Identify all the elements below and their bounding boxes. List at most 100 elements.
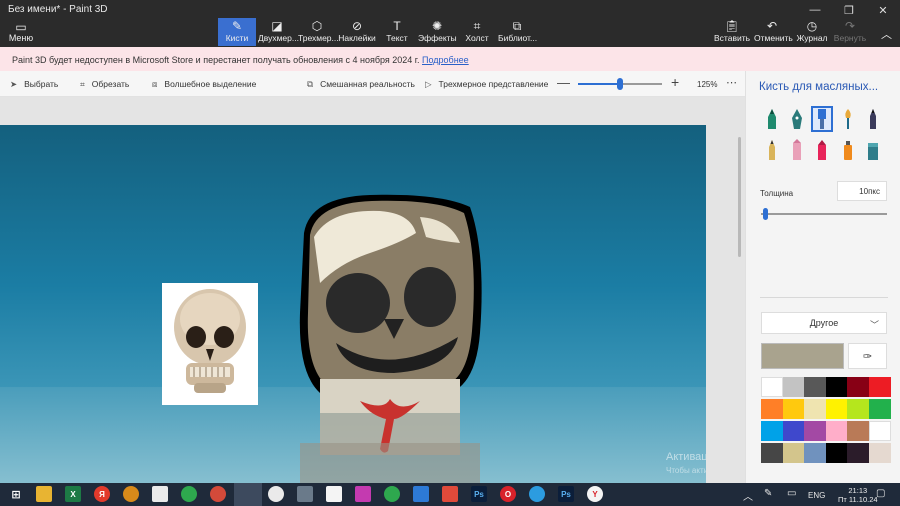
store-icon[interactable] xyxy=(152,486,168,502)
pixel-pen-brush[interactable] xyxy=(811,137,833,163)
color-swatch[interactable] xyxy=(782,377,805,397)
color-swatch[interactable] xyxy=(804,377,826,397)
zoom-slider[interactable] xyxy=(578,78,662,90)
tab-3d-shapes[interactable]: ⬡ Трехмер... xyxy=(298,18,339,46)
photoshop-2-icon[interactable]: Ps xyxy=(558,486,574,502)
excel-icon[interactable]: X xyxy=(65,486,81,502)
shield-icon[interactable] xyxy=(413,486,429,502)
calligraphy-pen-brush[interactable] xyxy=(786,106,808,132)
color-swatch[interactable] xyxy=(825,399,848,419)
color-swatch[interactable] xyxy=(847,443,869,463)
current-color-swatch[interactable] xyxy=(761,343,844,369)
maximize-button[interactable]: ❐ xyxy=(832,0,866,20)
eyedropper-button[interactable]: ✑ xyxy=(848,343,887,369)
tab-brushes[interactable]: ✎ Кисти xyxy=(218,18,256,46)
color-swatch[interactable] xyxy=(782,443,805,463)
tab-effects[interactable]: ✺ Эффекты xyxy=(418,18,457,46)
tab-text[interactable]: T Текст xyxy=(378,18,416,46)
taskbar-active-slot[interactable] xyxy=(234,483,262,506)
thickness-input[interactable]: 10пкс xyxy=(837,181,887,201)
color-swatch[interactable] xyxy=(825,377,848,397)
start-button-icon[interactable]: ⊞ xyxy=(8,486,24,502)
select-button[interactable]: ➤ Выбрать xyxy=(10,79,58,90)
green-app-icon[interactable] xyxy=(181,486,197,502)
thickness-slider-thumb[interactable] xyxy=(762,208,768,220)
thickness-slider[interactable] xyxy=(761,208,887,220)
color-swatch[interactable] xyxy=(804,443,826,463)
color-swatch[interactable] xyxy=(761,377,783,397)
photoshop-icon[interactable]: Ps xyxy=(471,486,487,502)
graphite-pencil-brush[interactable] xyxy=(761,137,783,163)
more-options-icon[interactable]: ⋯ xyxy=(726,76,737,89)
calculator-icon[interactable] xyxy=(297,486,313,502)
color-set-dropdown[interactable]: Другое ﹀ xyxy=(761,312,887,334)
photos-icon[interactable] xyxy=(355,486,371,502)
close-button[interactable]: ✕ xyxy=(866,0,900,20)
marker-brush[interactable] xyxy=(761,106,783,132)
browser-orange-icon[interactable] xyxy=(123,486,139,502)
red-app-icon[interactable] xyxy=(210,486,226,502)
collapse-ribbon-icon[interactable]: ︿ xyxy=(881,26,892,42)
color-swatch[interactable] xyxy=(782,399,805,419)
color-swatch[interactable] xyxy=(825,421,848,441)
crop-button[interactable]: ⌗ Обрезать xyxy=(80,79,129,90)
color-swatch[interactable] xyxy=(825,443,848,463)
zoom-out-button[interactable]: — xyxy=(557,75,570,90)
drawing-canvas[interactable]: Активация Windows Чтобы активировать Win… xyxy=(0,125,706,483)
magic-select-button[interactable]: ⧈ Волшебное выделение xyxy=(152,79,256,90)
pencil-brush[interactable] xyxy=(862,106,884,132)
crayon-brush[interactable] xyxy=(786,137,808,163)
color-swatch[interactable] xyxy=(868,421,891,441)
chrome-icon[interactable] xyxy=(268,486,284,502)
game-icon[interactable] xyxy=(442,486,458,502)
opera-icon[interactable]: O xyxy=(500,486,516,502)
color-swatch[interactable] xyxy=(868,377,891,397)
system-clock[interactable]: 21:13 Пт 11.10.24 xyxy=(838,486,878,504)
pen-tray-icon[interactable]: ✎ xyxy=(764,488,772,499)
color-swatch[interactable] xyxy=(868,443,891,463)
oil-brush[interactable] xyxy=(811,106,833,132)
tab-canvas[interactable]: ⌗ Холст xyxy=(458,18,496,46)
menu-button[interactable]: ▭ Меню xyxy=(4,20,38,46)
color-swatch[interactable] xyxy=(847,421,869,441)
color-swatch[interactable] xyxy=(761,399,783,419)
tab-library[interactable]: ⧉ Библиот... xyxy=(498,18,537,46)
notifications-icon[interactable]: ▢ xyxy=(876,488,885,499)
yandex-icon[interactable]: Я xyxy=(94,486,110,502)
mixed-reality-button[interactable]: ⧉ Смешанная реальность xyxy=(307,79,415,90)
watercolor-brush[interactable] xyxy=(837,106,859,132)
zoom-slider-thumb[interactable] xyxy=(617,78,623,90)
color-swatch[interactable] xyxy=(868,399,891,419)
undo-button[interactable]: ↶ Отменить xyxy=(754,18,793,46)
3d-view-button[interactable]: ▷ Трехмерное представление xyxy=(425,79,548,90)
color-swatch[interactable] xyxy=(761,443,783,463)
color-swatch[interactable] xyxy=(847,399,869,419)
minimize-button[interactable]: — xyxy=(798,0,832,20)
tab-2d-shapes[interactable]: ◪ Двухмер... xyxy=(258,18,299,46)
fill-bucket-brush[interactable] xyxy=(862,137,884,163)
color-swatch[interactable] xyxy=(782,421,805,441)
yandex-browser-icon[interactable]: Y xyxy=(587,486,603,502)
telegram-icon[interactable] xyxy=(529,486,545,502)
effects-icon: ✺ xyxy=(431,19,443,33)
spotify-icon[interactable] xyxy=(384,486,400,502)
painted-skull-figure[interactable] xyxy=(290,193,490,483)
zoom-in-button[interactable]: + xyxy=(671,74,679,90)
color-swatch[interactable] xyxy=(847,377,869,397)
document-icon[interactable] xyxy=(326,486,342,502)
color-swatch[interactable] xyxy=(804,421,826,441)
paste-button[interactable]: 📋︎ Вставить xyxy=(714,18,750,46)
language-indicator[interactable]: ENG xyxy=(808,491,825,500)
reference-skull-image[interactable] xyxy=(162,283,258,405)
tab-stickers[interactable]: ⊘ Наклейки xyxy=(338,18,376,46)
redo-button[interactable]: ↷ Вернуть xyxy=(832,18,868,46)
vertical-scrollbar[interactable] xyxy=(738,137,741,257)
banner-learn-more-link[interactable]: Подробнее xyxy=(422,55,469,65)
history-button[interactable]: ◷ Журнал xyxy=(794,18,830,46)
network-icon[interactable]: ▭ xyxy=(787,488,796,499)
file-explorer-icon[interactable] xyxy=(36,486,52,502)
color-swatch[interactable] xyxy=(804,399,826,419)
spray-can-brush[interactable] xyxy=(837,137,859,163)
tray-chevron-icon[interactable]: ︿ xyxy=(743,488,753,503)
color-swatch[interactable] xyxy=(761,421,783,441)
